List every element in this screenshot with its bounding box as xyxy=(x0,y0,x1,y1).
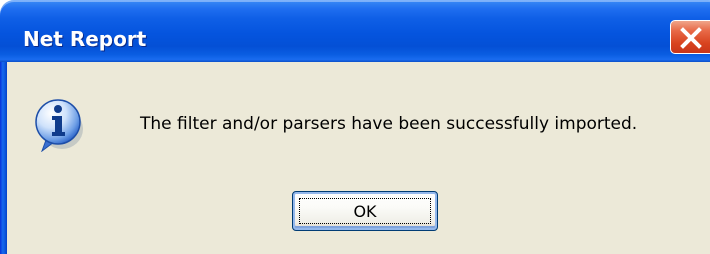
close-button[interactable] xyxy=(670,20,710,54)
title-bar[interactable]: Net Report xyxy=(0,0,710,62)
ok-button[interactable]: OK xyxy=(292,191,438,231)
message-text: The filter and/or parsers have been succ… xyxy=(140,114,638,134)
close-icon xyxy=(680,27,702,49)
window-title: Net Report xyxy=(23,27,147,51)
message-dialog: Net Report The filter and/or parsers hav… xyxy=(0,0,710,254)
ok-button-label: OK xyxy=(299,198,431,224)
window-frame-left xyxy=(0,62,7,254)
info-icon xyxy=(35,99,83,152)
